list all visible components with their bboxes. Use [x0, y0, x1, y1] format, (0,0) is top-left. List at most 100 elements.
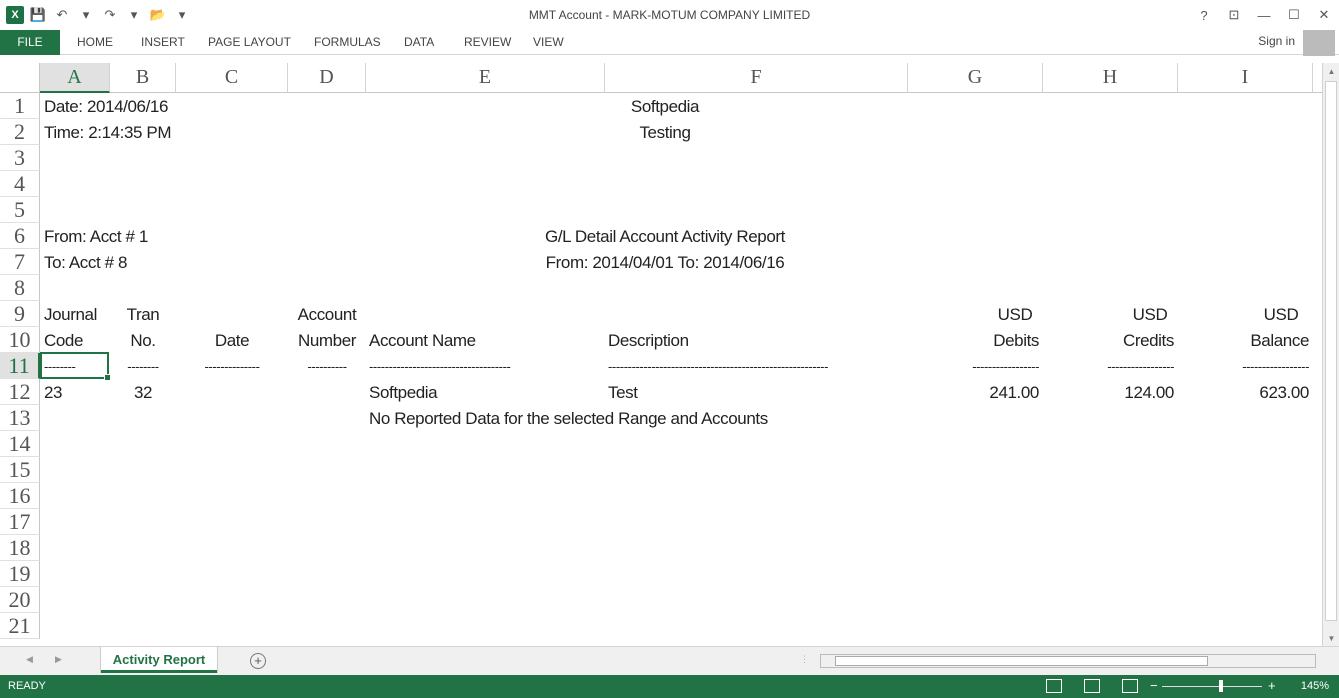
cell-h9[interactable]: USD	[1115, 302, 1185, 328]
column-header-i[interactable]: I	[1178, 63, 1313, 93]
row-header-18[interactable]: 18	[0, 535, 40, 561]
row-header-14[interactable]: 14	[0, 431, 40, 457]
worksheet-grid[interactable]: A B C D E F G H I 1 2 3 4 5 6 7 8 9 10 11 12 13 14 15 1…	[0, 63, 1322, 646]
row-header-19[interactable]: 19	[0, 561, 40, 587]
cell-f11[interactable]: ----------------------------------------…	[608, 354, 828, 380]
tab-page-layout[interactable]: PAGE LAYOUT	[208, 30, 291, 55]
maximize-button[interactable]: ☐	[1279, 0, 1309, 30]
row-header-13[interactable]: 13	[0, 405, 40, 431]
row-header-1[interactable]: 1	[0, 93, 40, 119]
cell-i11[interactable]: -----------------	[1178, 354, 1309, 380]
vertical-scroll-thumb[interactable]	[1325, 81, 1337, 621]
cell-c10[interactable]: Date	[176, 328, 288, 354]
column-header-b[interactable]: B	[110, 63, 176, 93]
row-header-12[interactable]: 12	[0, 379, 40, 405]
zoom-slider[interactable]	[1162, 686, 1262, 687]
row-header-21[interactable]: 21	[0, 613, 40, 639]
cell-h10[interactable]: Credits	[1043, 328, 1174, 354]
row-header-11[interactable]: 11	[0, 353, 40, 379]
cell-e13[interactable]: No Reported Data for the selected Range …	[369, 406, 768, 432]
page-break-view-icon[interactable]	[1122, 679, 1138, 693]
zoom-out-button[interactable]: −	[1150, 678, 1158, 693]
column-header-d[interactable]: D	[288, 63, 366, 93]
row-header-4[interactable]: 4	[0, 171, 40, 197]
cell-f12[interactable]: Test	[608, 380, 638, 406]
cell-b12[interactable]: 32	[110, 380, 176, 406]
selected-cell-a11[interactable]	[40, 352, 111, 381]
zoom-level[interactable]: 145%	[1301, 680, 1329, 692]
add-sheet-icon[interactable]: +	[250, 653, 266, 669]
row-header-8[interactable]: 8	[0, 275, 40, 301]
cell-e10[interactable]: Account Name	[369, 328, 476, 354]
cell-f1[interactable]: Softpedia	[605, 94, 725, 120]
select-all-corner[interactable]	[0, 63, 40, 93]
vertical-scrollbar[interactable]: ▲ ▼	[1322, 63, 1339, 646]
next-sheet-icon[interactable]: ▶	[55, 654, 62, 665]
horizontal-scrollbar[interactable]	[820, 654, 1316, 668]
tab-data[interactable]: DATA	[404, 30, 434, 55]
cell-a7[interactable]: To: Acct # 8	[44, 250, 127, 276]
column-header-c[interactable]: C	[176, 63, 288, 93]
cell-b11[interactable]: --------	[110, 354, 176, 380]
cell-g9[interactable]: USD	[980, 302, 1050, 328]
scroll-up-icon[interactable]: ▲	[1323, 63, 1339, 79]
cell-c11[interactable]: --------------	[176, 354, 288, 380]
column-header-a[interactable]: A	[40, 63, 110, 93]
close-button[interactable]: ✕	[1309, 0, 1339, 30]
column-header-j[interactable]	[1313, 63, 1322, 93]
row-header-17[interactable]: 17	[0, 509, 40, 535]
scroll-down-icon[interactable]: ▼	[1323, 630, 1339, 646]
cell-f6[interactable]: G/L Detail Account Activity Report	[520, 224, 810, 250]
page-layout-view-icon[interactable]	[1084, 679, 1100, 693]
cell-i10[interactable]: Balance	[1178, 328, 1309, 354]
row-header-7[interactable]: 7	[0, 249, 40, 275]
row-header-10[interactable]: 10	[0, 327, 40, 353]
column-header-h[interactable]: H	[1043, 63, 1178, 93]
cell-d10[interactable]: Number	[288, 328, 366, 354]
cell-i9[interactable]: USD	[1246, 302, 1316, 328]
cell-a12[interactable]: 23	[44, 380, 63, 406]
cell-f10[interactable]: Description	[608, 328, 689, 354]
cell-a2[interactable]: Time: 2:14:35 PM	[44, 120, 172, 146]
tab-formulas[interactable]: FORMULAS	[314, 30, 381, 55]
column-header-g[interactable]: G	[908, 63, 1043, 93]
cell-e12[interactable]: Softpedia	[369, 380, 438, 406]
row-header-6[interactable]: 6	[0, 223, 40, 249]
ribbon-display-icon[interactable]: ⊡	[1219, 0, 1249, 30]
cell-a6[interactable]: From: Acct # 1	[44, 224, 148, 250]
cell-a1[interactable]: Date: 2014/06/16	[44, 94, 168, 120]
row-header-3[interactable]: 3	[0, 145, 40, 171]
cell-f2[interactable]: Testing	[605, 120, 725, 146]
cell-b9[interactable]: Tran	[110, 302, 176, 328]
row-header-15[interactable]: 15	[0, 457, 40, 483]
cell-e11[interactable]: ------------------------------------	[369, 354, 511, 380]
help-icon[interactable]: ?	[1189, 0, 1219, 30]
row-header-9[interactable]: 9	[0, 301, 40, 327]
sign-in-link[interactable]: Sign in	[1258, 34, 1295, 48]
horizontal-scroll-thumb[interactable]	[835, 656, 1208, 666]
tab-insert[interactable]: INSERT	[141, 30, 185, 55]
cell-a10[interactable]: Code	[44, 328, 83, 354]
tab-home[interactable]: HOME	[77, 30, 113, 55]
sheet-tab-activity-report[interactable]: Activity Report	[101, 647, 217, 673]
row-header-5[interactable]: 5	[0, 197, 40, 223]
zoom-in-button[interactable]: +	[1268, 678, 1276, 693]
row-header-2[interactable]: 2	[0, 119, 40, 145]
minimize-button[interactable]: —	[1249, 0, 1279, 30]
cell-g12[interactable]: 241.00	[908, 380, 1039, 406]
column-header-e[interactable]: E	[366, 63, 605, 93]
avatar[interactable]	[1303, 30, 1335, 56]
zoom-slider-knob[interactable]	[1219, 680, 1223, 692]
column-header-f[interactable]: F	[605, 63, 908, 93]
cell-g10[interactable]: Debits	[908, 328, 1039, 354]
tab-review[interactable]: REVIEW	[464, 30, 511, 55]
tab-view[interactable]: VIEW	[533, 30, 564, 55]
cell-i12[interactable]: 623.00	[1178, 380, 1309, 406]
cell-d11[interactable]: ----------	[288, 354, 366, 380]
prev-sheet-icon[interactable]: ◀	[26, 654, 33, 665]
cell-h12[interactable]: 124.00	[1043, 380, 1174, 406]
cell-h11[interactable]: -----------------	[1043, 354, 1174, 380]
tab-splitter-icon[interactable]: ⋮	[800, 654, 809, 665]
cell-f7[interactable]: From: 2014/04/01 To: 2014/06/16	[520, 250, 810, 276]
cell-a9[interactable]: Journal	[44, 302, 97, 328]
